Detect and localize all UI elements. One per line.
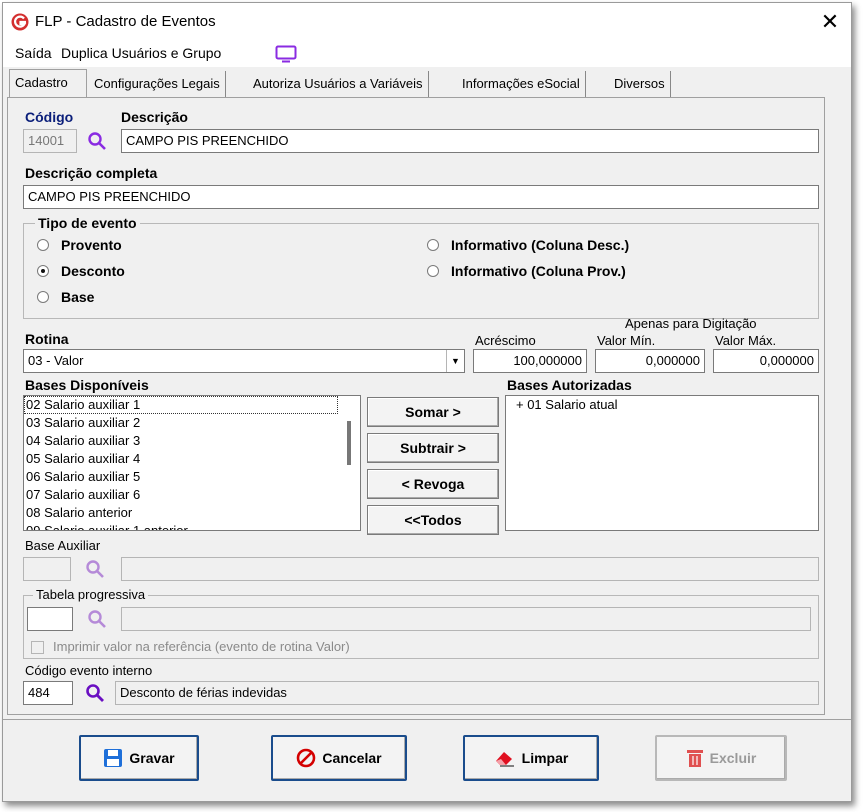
valor-min-label: Valor Mín. xyxy=(597,333,656,348)
codigo-interno-label: Código evento interno xyxy=(25,663,153,678)
somar-button[interactable]: Somar > xyxy=(367,397,499,427)
menu-item-duplica-usuarios[interactable]: Duplica Usuários e Grupo xyxy=(61,45,221,61)
bases-disponiveis-list[interactable]: 02 Salario auxiliar 1 03 Salario auxilia… xyxy=(23,395,361,531)
list-item[interactable]: 03 Salario auxiliar 2 xyxy=(24,414,360,432)
search-icon[interactable] xyxy=(85,683,105,703)
codigo-label: Código xyxy=(25,109,74,125)
bases-autorizadas-list[interactable]: + 01 Salario atual xyxy=(505,395,819,531)
radio-informativo-desc-label: Informativo (Coluna Desc.) xyxy=(451,237,630,253)
list-item[interactable]: 06 Salario auxiliar 5 xyxy=(24,468,360,486)
save-icon xyxy=(104,749,123,767)
tabela-desc-input[interactable] xyxy=(121,607,811,631)
subtrair-button[interactable]: Subtrair > xyxy=(367,433,499,463)
radio-desconto[interactable] xyxy=(37,265,49,277)
radio-base-label: Base xyxy=(61,289,95,305)
rotina-label: Rotina xyxy=(25,331,69,347)
radio-provento[interactable] xyxy=(37,239,49,251)
base-auxiliar-label: Base Auxiliar xyxy=(25,538,101,553)
radio-informativo-prov-label: Informativo (Coluna Prov.) xyxy=(451,263,626,279)
cancelar-label: Cancelar xyxy=(322,750,382,766)
tab-diversos[interactable]: Diversos xyxy=(609,71,671,97)
valor-max-label: Valor Máx. xyxy=(715,333,777,348)
limpar-button[interactable]: Limpar xyxy=(463,735,599,781)
gravar-label: Gravar xyxy=(129,750,175,766)
tipo-evento-group xyxy=(23,223,819,319)
cancelar-button[interactable]: Cancelar xyxy=(271,735,407,781)
monitor-icon[interactable] xyxy=(275,45,297,63)
radio-provento-label: Provento xyxy=(61,237,122,253)
descricao-input[interactable]: CAMPO PIS PREENCHIDO xyxy=(121,129,819,153)
descricao-label: Descrição xyxy=(121,109,188,125)
revoga-button[interactable]: < Revoga xyxy=(367,469,499,499)
radio-desconto-label: Desconto xyxy=(61,263,125,279)
apenas-digitacao-label: Apenas para Digitação xyxy=(625,316,757,331)
list-item[interactable]: 04 Salario auxiliar 3 xyxy=(24,432,360,450)
chevron-down-icon[interactable]: ▼ xyxy=(446,350,464,372)
search-icon[interactable] xyxy=(87,609,107,629)
tipo-evento-title: Tipo de evento xyxy=(35,215,140,231)
trash-icon xyxy=(686,750,703,767)
bottom-separator xyxy=(3,719,851,720)
codigo-interno-desc-input[interactable]: Desconto de férias indevidas xyxy=(115,681,819,705)
tabela-progressiva-title: Tabela progressiva xyxy=(33,587,149,602)
rotina-select[interactable]: 03 - Valor xyxy=(23,349,465,373)
tab-informacoes-esocial[interactable]: Informações eSocial xyxy=(457,71,586,97)
tabela-code-input[interactable] xyxy=(27,607,73,631)
eraser-icon xyxy=(495,752,514,767)
valor-max-input[interactable]: 0,000000 xyxy=(713,349,819,373)
base-auxiliar-desc-input[interactable] xyxy=(121,557,819,581)
acrescimo-label: Acréscimo xyxy=(475,333,536,348)
valor-min-input[interactable]: 0,000000 xyxy=(595,349,705,373)
tab-configuracoes-legais[interactable]: Configurações Legais xyxy=(89,71,226,97)
list-scrollbar[interactable] xyxy=(347,421,351,465)
excluir-label: Excluir xyxy=(709,750,757,766)
cancel-icon xyxy=(297,748,316,768)
excluir-button[interactable]: Excluir xyxy=(655,735,787,781)
list-item[interactable]: 07 Salario auxiliar 6 xyxy=(24,486,360,504)
list-item[interactable]: 08 Salario anterior xyxy=(24,504,360,522)
window-title: FLP - Cadastro de Eventos xyxy=(35,13,216,30)
radio-informativo-prov[interactable] xyxy=(427,265,439,277)
menu-item-saida[interactable]: Saída xyxy=(15,45,52,61)
list-item[interactable]: 05 Salario auxiliar 4 xyxy=(24,450,360,468)
tab-autoriza-usuarios[interactable]: Autoriza Usuários a Variáveis xyxy=(248,71,429,97)
close-icon[interactable]: ✕ xyxy=(817,9,843,35)
limpar-label: Limpar xyxy=(521,750,569,766)
descricao-completa-input[interactable]: CAMPO PIS PREENCHIDO xyxy=(23,185,819,209)
search-icon[interactable] xyxy=(85,559,105,579)
codigo-input[interactable]: 14001 xyxy=(23,129,77,153)
codigo-interno-input[interactable]: 484 xyxy=(23,681,73,705)
base-auxiliar-code-input[interactable] xyxy=(23,557,71,581)
gravar-button[interactable]: Gravar xyxy=(79,735,199,781)
bases-disponiveis-label: Bases Disponíveis xyxy=(25,377,149,393)
list-item[interactable]: 09 Salario auxiliar 1 anterior xyxy=(24,522,360,530)
bases-autorizadas-label: Bases Autorizadas xyxy=(507,377,632,393)
event-registration-window: FLP - Cadastro de Eventos ✕ Saída Duplic… xyxy=(2,2,852,802)
radio-base[interactable] xyxy=(37,291,49,303)
app-logo-icon xyxy=(11,13,29,31)
list-item[interactable]: + 01 Salario atual xyxy=(506,396,818,414)
rotina-select-value: 03 - Valor xyxy=(28,353,84,368)
tab-cadastro[interactable]: Cadastro xyxy=(9,69,87,97)
todos-button[interactable]: <<Todos xyxy=(367,505,499,535)
descricao-completa-label: Descrição completa xyxy=(25,165,158,181)
imprimir-checkbox[interactable] xyxy=(31,641,44,654)
acrescimo-input[interactable]: 100,000000 xyxy=(473,349,587,373)
radio-informativo-desc[interactable] xyxy=(427,239,439,251)
search-icon[interactable] xyxy=(87,131,107,151)
list-item[interactable]: 02 Salario auxiliar 1 xyxy=(24,396,338,414)
imprimir-label: Imprimir valor na referência (evento de … xyxy=(53,639,350,654)
